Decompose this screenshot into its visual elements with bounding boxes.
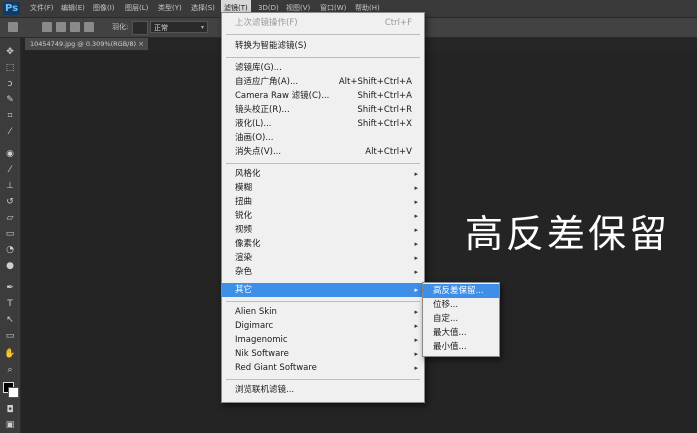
zoom-tool-icon[interactable]: ⌕: [4, 364, 16, 376]
menu-item-imagenomic[interactable]: Imagenomic ▸: [222, 333, 424, 347]
gradient-tool-icon[interactable]: ▭: [4, 228, 16, 240]
menu-item-digimarc[interactable]: Digimarc ▸: [222, 319, 424, 333]
style-select-value: 正常: [154, 24, 168, 32]
close-icon[interactable]: ×: [138, 38, 144, 50]
add-selection-icon[interactable]: [56, 22, 66, 32]
submenu-item-custom[interactable]: 自定...: [423, 312, 499, 326]
document-tab-title: 10454749.jpg @ 0.309%(RGB/8): [30, 40, 137, 48]
menu-item-sharpen[interactable]: 锐化 ▸: [222, 209, 424, 223]
eraser-tool-icon[interactable]: ▱: [4, 212, 16, 224]
menu-item-oil-paint[interactable]: 油画(O)...: [222, 131, 424, 145]
intersect-selection-icon[interactable]: [84, 22, 94, 32]
menu-item-lens-correction[interactable]: 镜头校正(R)... Shift+Ctrl+R: [222, 103, 424, 117]
submenu-arrow-icon: ▸: [414, 226, 418, 234]
marquee-tool-icon[interactable]: ⬚: [4, 62, 16, 74]
separator: [226, 163, 420, 164]
blur-tool-icon[interactable]: ◔: [4, 244, 16, 256]
menu-item-nik-software[interactable]: Nik Software ▸: [222, 347, 424, 361]
photoshop-logo: Ps: [3, 2, 20, 15]
history-brush-tool-icon[interactable]: ↺: [4, 196, 16, 208]
menu-item-pixelate[interactable]: 像素化 ▸: [222, 237, 424, 251]
submenu-item-maximum[interactable]: 最大值...: [423, 326, 499, 340]
new-selection-icon[interactable]: [42, 22, 52, 32]
annotation-text: 高反差保留: [465, 212, 671, 256]
quick-select-tool-icon[interactable]: ✎: [4, 94, 16, 106]
submenu-arrow-icon: ▸: [414, 170, 418, 178]
menu-item-alien-skin[interactable]: Alien Skin ▸: [222, 305, 424, 319]
submenu-arrow-icon: ▸: [414, 286, 418, 294]
menu-item-blur[interactable]: 模糊 ▸: [222, 181, 424, 195]
menu-file[interactable]: 文件(F): [27, 0, 57, 17]
menu-layer[interactable]: 图层(L): [122, 0, 151, 17]
menu-item-liquify[interactable]: 液化(L)... Shift+Ctrl+X: [222, 117, 424, 131]
background-color-swatch[interactable]: [8, 387, 19, 398]
submenu-item-minimum[interactable]: 最小值...: [423, 340, 499, 354]
feather-label: 羽化:: [112, 23, 129, 31]
menu-item-convert-smart-filter[interactable]: 转换为智能滤镜(S): [222, 39, 424, 53]
submenu-arrow-icon: ▸: [414, 268, 418, 276]
brush-tool-icon[interactable]: ⁄: [4, 164, 16, 176]
document-tab[interactable]: 10454749.jpg @ 0.309%(RGB/8) ×: [25, 38, 148, 50]
menu-select[interactable]: 选择(S): [188, 0, 218, 17]
separator: [226, 34, 420, 35]
menu-item-noise[interactable]: 杂色 ▸: [222, 265, 424, 279]
crop-tool-icon[interactable]: ⌗: [4, 110, 16, 122]
menu-item-camera-raw[interactable]: Camera Raw 滤镜(C)... Shift+Ctrl+A: [222, 89, 424, 103]
path-select-tool-icon[interactable]: ↖: [4, 314, 16, 326]
move-tool-icon[interactable]: ✥: [4, 46, 16, 58]
menu-item-last-filter[interactable]: 上次滤镜操作(F) Ctrl+F: [222, 16, 424, 30]
quick-mask-icon[interactable]: ◘: [4, 404, 16, 416]
clone-stamp-tool-icon[interactable]: ⊥: [4, 180, 16, 192]
submenu-arrow-icon: ▸: [414, 322, 418, 330]
menu-edit[interactable]: 编辑(E): [58, 0, 88, 17]
eyedropper-tool-icon[interactable]: ⁄: [4, 126, 16, 138]
separator: [226, 57, 420, 58]
menu-image[interactable]: 图像(I): [90, 0, 118, 17]
menu-item-adaptive-wide-angle[interactable]: 自适应广角(A)... Alt+Shift+Ctrl+A: [222, 75, 424, 89]
menu-item-vanishing-point[interactable]: 消失点(V)... Alt+Ctrl+V: [222, 145, 424, 159]
submenu-arrow-icon: ▸: [414, 364, 418, 372]
filter-menu: 上次滤镜操作(F) Ctrl+F 转换为智能滤镜(S) 滤镜库(G)... 自适应…: [221, 12, 425, 403]
menu-item-distort[interactable]: 扭曲 ▸: [222, 195, 424, 209]
submenu-arrow-icon: ▸: [414, 336, 418, 344]
submenu-arrow-icon: ▸: [414, 308, 418, 316]
dodge-tool-icon[interactable]: ●: [4, 260, 16, 272]
marquee-preset-icon[interactable]: [8, 22, 18, 32]
screen-mode-icon[interactable]: ▣: [4, 419, 16, 431]
menu-item-red-giant-software[interactable]: Red Giant Software ▸: [222, 361, 424, 375]
separator: [226, 379, 420, 380]
lasso-tool-icon[interactable]: ↄ: [4, 78, 16, 90]
shape-tool-icon[interactable]: ▭: [4, 330, 16, 342]
submenu-arrow-icon: ▸: [414, 212, 418, 220]
submenu-arrow-icon: ▸: [414, 350, 418, 358]
menu-item-other[interactable]: 其它 ▸: [222, 283, 424, 297]
other-submenu: 高反差保留... 位移... 自定... 最大值... 最小值...: [422, 282, 500, 357]
hand-tool-icon[interactable]: ✋: [4, 348, 16, 360]
chevron-down-icon: ▾: [200, 24, 204, 31]
submenu-item-offset[interactable]: 位移...: [423, 298, 499, 312]
menu-item-render[interactable]: 渲染 ▸: [222, 251, 424, 265]
feather-input[interactable]: [132, 21, 148, 35]
menu-item-browse-filters-online[interactable]: 浏览联机滤镜...: [222, 383, 424, 397]
menu-item-filter-gallery[interactable]: 滤镜库(G)...: [222, 61, 424, 75]
submenu-arrow-icon: ▸: [414, 184, 418, 192]
style-select[interactable]: 正常 ▾: [150, 21, 208, 33]
submenu-item-high-pass[interactable]: 高反差保留...: [423, 284, 499, 298]
menu-item-stylize[interactable]: 风格化 ▸: [222, 167, 424, 181]
healing-brush-tool-icon[interactable]: ◉: [4, 148, 16, 160]
tools-panel: ✥ ⬚ ↄ ✎ ⌗ ⁄ ◉ ⁄ ⊥ ↺ ▱ ▭ ◔ ● ✒ T ↖ ▭ ✋ ⌕ …: [0, 38, 21, 433]
submenu-arrow-icon: ▸: [414, 254, 418, 262]
type-tool-icon[interactable]: T: [4, 298, 16, 310]
subtract-selection-icon[interactable]: [70, 22, 80, 32]
submenu-arrow-icon: ▸: [414, 240, 418, 248]
pen-tool-icon[interactable]: ✒: [4, 282, 16, 294]
menu-item-video[interactable]: 视频 ▸: [222, 223, 424, 237]
menu-type[interactable]: 类型(Y): [155, 0, 185, 17]
submenu-arrow-icon: ▸: [414, 198, 418, 206]
separator: [226, 301, 420, 302]
